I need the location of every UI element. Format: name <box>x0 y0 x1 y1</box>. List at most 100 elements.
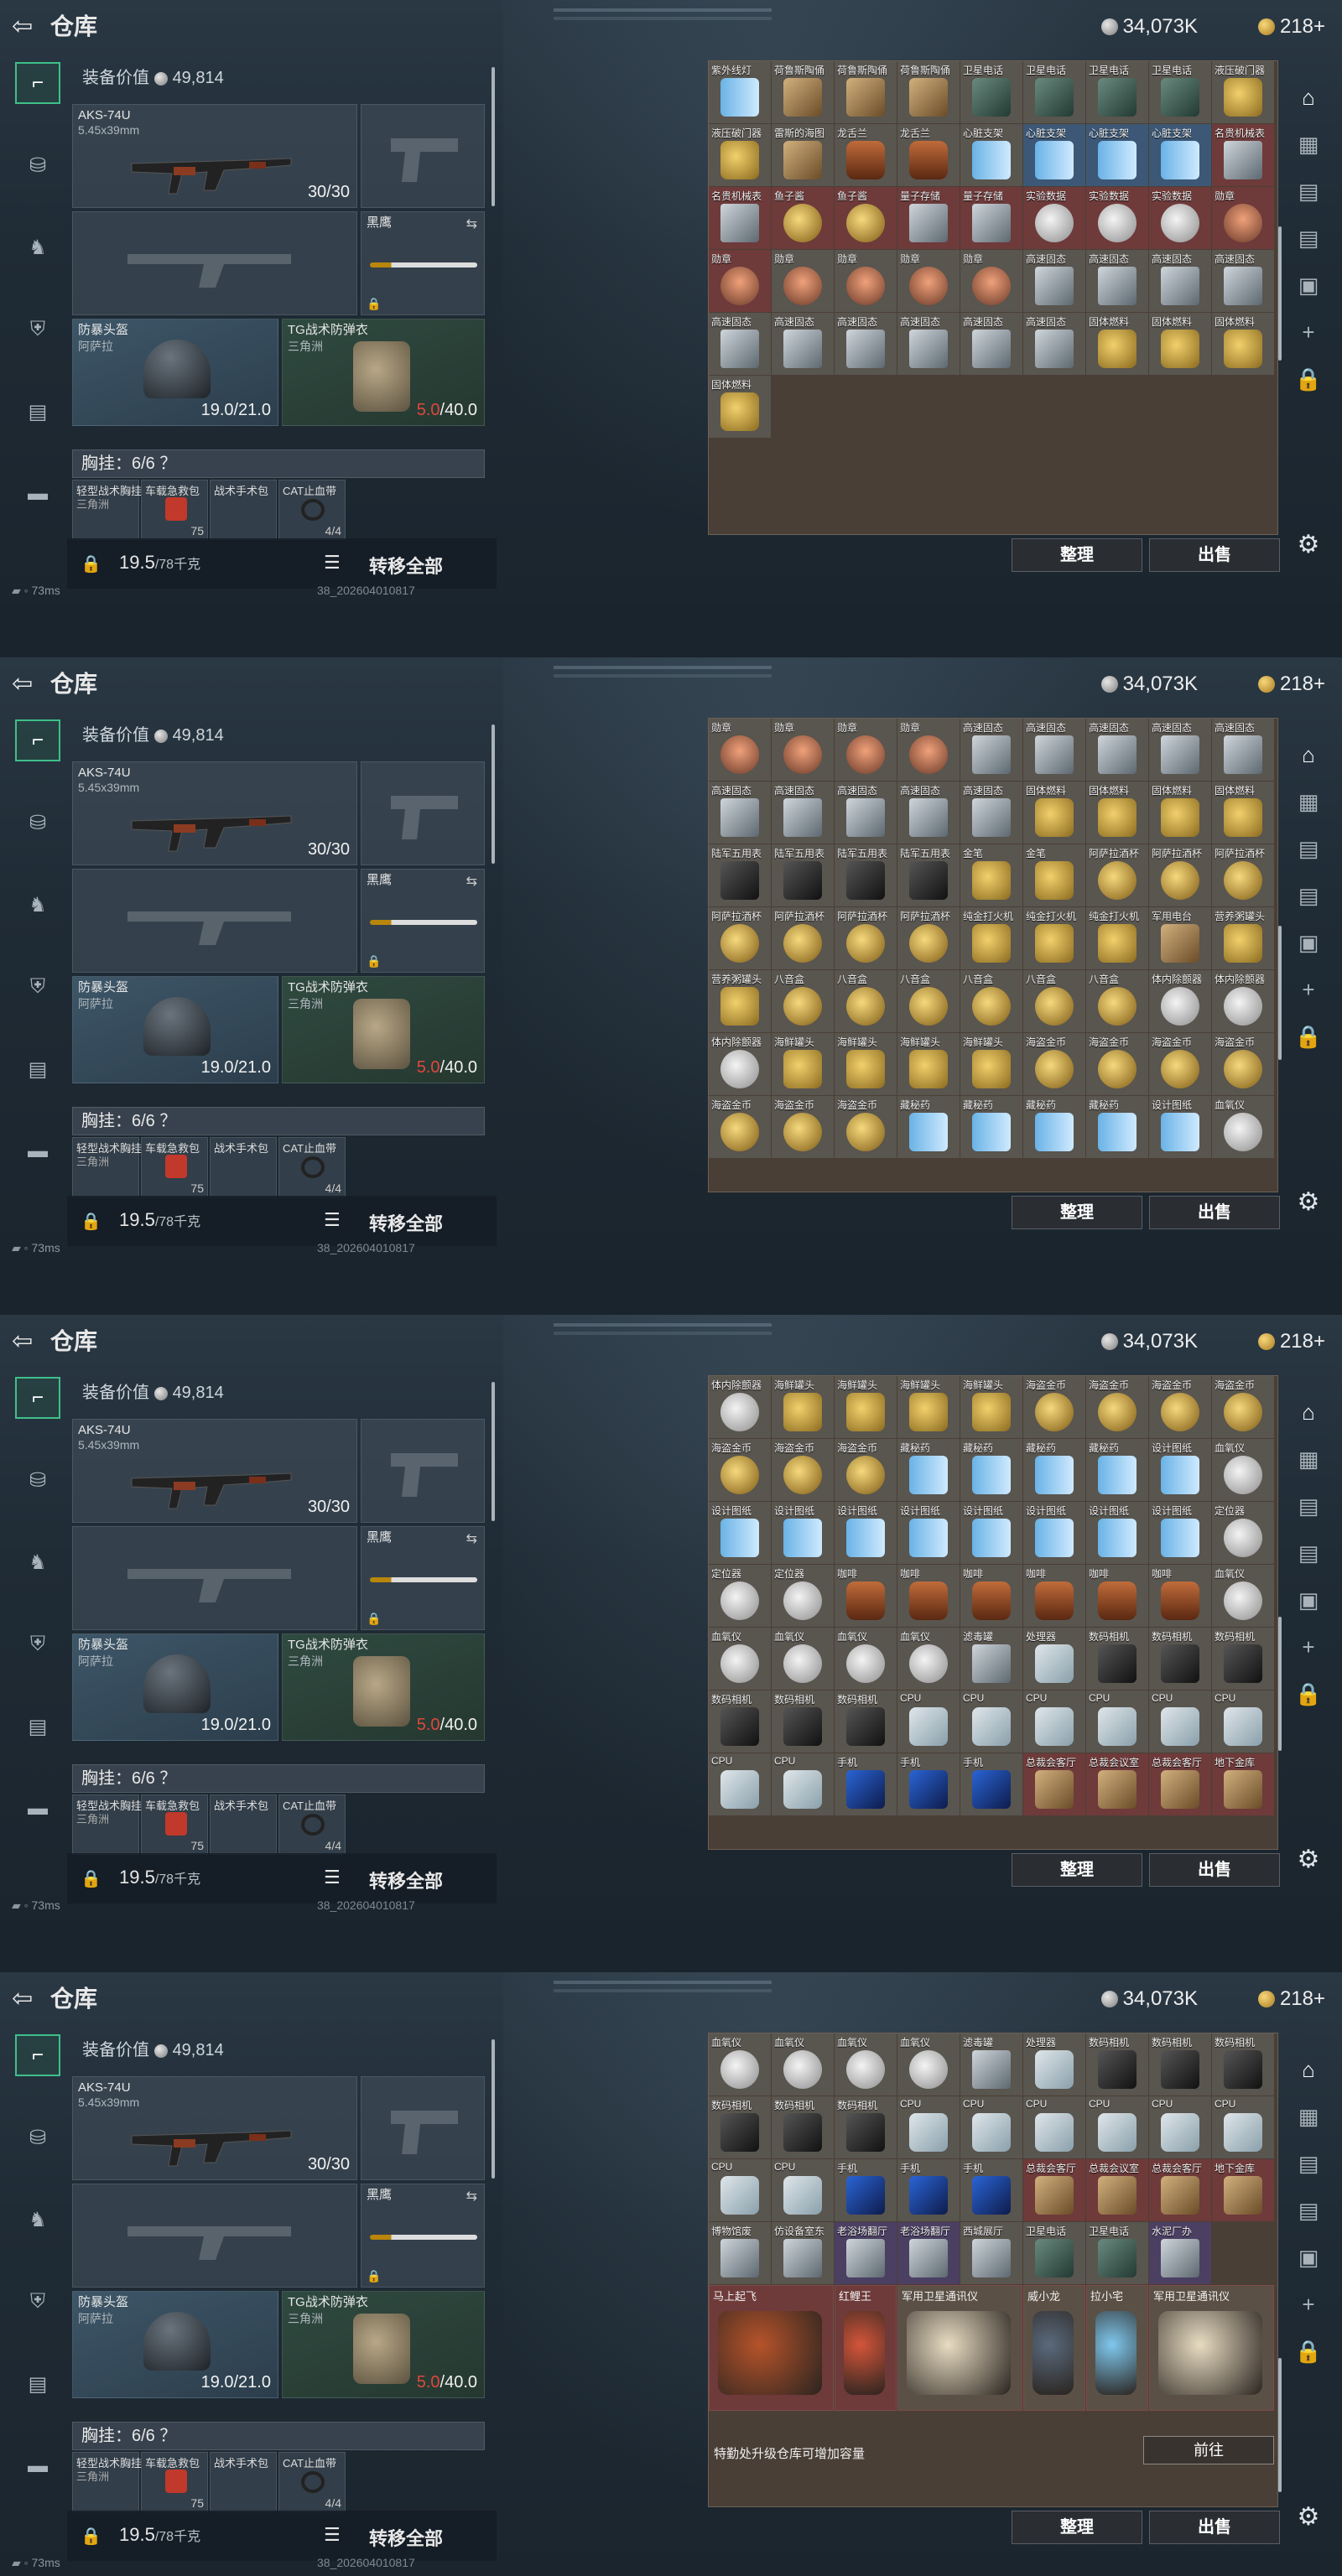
item-cell[interactable]: 勋章 <box>897 719 960 781</box>
gear-icon[interactable]: ⚙ <box>1292 2501 1325 2534</box>
swap-icon[interactable]: ⇆ <box>466 216 477 232</box>
item-cell[interactable]: 陆军五用表 <box>897 844 960 906</box>
item-cell[interactable]: 实验数据 <box>1086 187 1148 249</box>
large-item-cell[interactable]: 马上起飞 <box>709 2285 834 2411</box>
item-cell[interactable]: 高速固态 <box>960 313 1022 375</box>
primary-weapon-slot[interactable]: AKS-74U 5.45x39mm 30/30 <box>72 104 357 208</box>
item-cell[interactable]: 血氧仪 <box>835 2033 897 2096</box>
pouch-slot[interactable]: 轻型战术胸挂 三角洲 <box>72 2452 142 2512</box>
helmet-slot[interactable]: 防暴头盔 阿萨拉 19.0/21.0 <box>72 319 278 426</box>
equip-scrollbar[interactable] <box>492 1382 495 1521</box>
primary-weapon-slot[interactable]: AKS-74U 5.45x39mm 30/30 <box>72 761 357 865</box>
item-cell[interactable]: 勋章 <box>835 719 897 781</box>
item-cell[interactable]: 高速固态 <box>1023 250 1085 312</box>
item-cell[interactable]: 博物馆废 <box>709 2222 771 2284</box>
item-cell[interactable]: 固体燃料 <box>1149 313 1211 375</box>
item-cell[interactable]: 海鲜罐头 <box>772 1376 834 1438</box>
lock-icon[interactable]: 🔒 <box>81 1211 101 1232</box>
pouch-slot[interactable]: 战术手术包 <box>210 1794 277 1855</box>
lock-bag-icon[interactable]: ⛨ <box>15 1623 60 1665</box>
plus-folder-icon[interactable]: ▣ <box>1292 268 1325 302</box>
item-cell[interactable]: 阿萨拉酒杯 <box>1212 844 1274 906</box>
item-cell[interactable]: CPU <box>960 2096 1022 2158</box>
item-cell[interactable]: 藏秘药 <box>960 1439 1022 1501</box>
item-cell[interactable]: 高速固态 <box>772 313 834 375</box>
lock-icon[interactable]: 🔒 <box>1292 1020 1325 1053</box>
item-cell[interactable]: 勋章 <box>709 719 771 781</box>
item-cell[interactable]: 卫星电话 <box>1023 2222 1085 2284</box>
primary-weapon-slot[interactable]: AKS-74U 5.45x39mm 30/30 <box>72 1419 357 1523</box>
item-cell[interactable]: 设计图纸 <box>835 1502 897 1564</box>
item-cell[interactable]: 陆军五用表 <box>709 844 771 906</box>
item-cell[interactable]: 藏秘药 <box>960 1096 1022 1158</box>
item-cell[interactable]: CPU <box>1149 2096 1211 2158</box>
item-cell[interactable]: 设计图纸 <box>1149 1439 1211 1501</box>
sell-button[interactable]: 出售 <box>1149 1853 1280 1887</box>
item-cell[interactable]: 海盗金币 <box>1149 1033 1211 1095</box>
item-cell[interactable]: 滤毒罐 <box>960 2033 1022 2096</box>
item-cell[interactable]: 卫星电话 <box>1086 61 1148 123</box>
item-cell[interactable]: 血氧仪 <box>709 2033 771 2096</box>
large-item-cell[interactable]: 红鲤王 <box>835 2285 897 2411</box>
equip-scrollbar[interactable] <box>492 2039 495 2179</box>
item-cell[interactable]: 数码相机 <box>1149 1628 1211 1690</box>
item-cell[interactable]: CPU <box>709 2159 771 2221</box>
item-cell[interactable]: 海盗金币 <box>709 1096 771 1158</box>
long-weapon-slot[interactable] <box>72 869 357 973</box>
currency-gold[interactable]: 218+ <box>1257 1986 1325 2012</box>
item-cell[interactable]: 体内除颤器 <box>1212 970 1274 1032</box>
large-item-cell[interactable]: 军用卫星通讯仪 <box>897 2285 1022 2411</box>
item-cell[interactable]: 鱼子酱 <box>835 187 897 249</box>
item-cell[interactable]: 实验数据 <box>1023 187 1085 249</box>
item-cell[interactable]: 阿萨拉酒杯 <box>1149 844 1211 906</box>
item-cell[interactable]: 海鲜罐头 <box>960 1376 1022 1438</box>
plus-icon[interactable]: + <box>1292 2288 1325 2321</box>
item-cell[interactable]: CPU <box>897 1690 960 1753</box>
item-cell[interactable]: 固体燃料 <box>709 376 771 438</box>
plus-icon[interactable]: + <box>1292 1630 1325 1664</box>
equip-scrollbar[interactable] <box>492 724 495 864</box>
item-cell[interactable]: 总裁会客厅 <box>1023 2159 1085 2221</box>
plus-folder-icon[interactable]: ▣ <box>1292 2241 1325 2274</box>
pouch-slot[interactable]: 车载急救包 75 <box>141 1137 208 1197</box>
item-cell[interactable]: 阿萨拉酒杯 <box>709 907 771 969</box>
item-cell[interactable]: 血氧仪 <box>1212 1439 1274 1501</box>
large-item-cell[interactable]: 拉小宅 <box>1086 2285 1148 2411</box>
item-cell[interactable]: 总裁会客厅 <box>1149 2159 1211 2221</box>
item-cell[interactable]: 手机 <box>835 2159 897 2221</box>
item-cell[interactable]: 金笔 <box>960 844 1022 906</box>
gear-icon[interactable]: ⚙ <box>1292 1843 1325 1877</box>
plus-icon[interactable]: + <box>1292 315 1325 349</box>
lock-icon[interactable]: 🔒 <box>81 1868 101 1889</box>
item-cell[interactable]: 手机 <box>897 1753 960 1815</box>
item-cell[interactable]: 数码相机 <box>1086 1628 1148 1690</box>
pouch-slot[interactable]: 轻型战术胸挂 三角洲 <box>72 1794 142 1855</box>
list-icon[interactable]: ☰ <box>324 1209 341 1231</box>
item-cell[interactable]: 总裁会议室 <box>1086 1753 1148 1815</box>
item-cell[interactable]: 实验数据 <box>1149 187 1211 249</box>
helmet-icon[interactable]: ♞ <box>15 1541 60 1583</box>
item-cell[interactable]: 高速固态 <box>1212 719 1274 781</box>
pouch-slot[interactable]: CAT止血带 4/4 <box>278 2452 346 2512</box>
pouch-slot[interactable]: 车载急救包 75 <box>141 1794 208 1855</box>
item-cell[interactable]: 纯金打火机 <box>1086 907 1148 969</box>
item-cell[interactable]: 海盗金币 <box>709 1439 771 1501</box>
item-cell[interactable]: 荷鲁斯陶俑 <box>835 61 897 123</box>
melee-slot[interactable]: 黑鹰 ⇆ 🔒 <box>361 869 485 973</box>
folder-icon[interactable]: ▤ <box>1292 832 1325 865</box>
item-cell[interactable]: 老浴场翻厅 <box>897 2222 960 2284</box>
swap-icon[interactable]: ⇆ <box>466 873 477 890</box>
item-cell[interactable]: 地下金库 <box>1212 2159 1274 2221</box>
item-cell[interactable]: 地下金库 <box>1212 1753 1274 1815</box>
lock-icon[interactable]: 🔒 <box>1292 362 1325 396</box>
item-cell[interactable]: 海盗金币 <box>1149 1376 1211 1438</box>
item-cell[interactable]: 海鲜罐头 <box>772 1033 834 1095</box>
item-cell[interactable]: 定位器 <box>709 1565 771 1627</box>
item-cell[interactable]: 总裁会议室 <box>1086 2159 1148 2221</box>
warehouse-scrollbar[interactable] <box>1278 2358 1282 2492</box>
item-cell[interactable]: 海鲜罐头 <box>835 1376 897 1438</box>
item-cell[interactable]: 海盗金币 <box>772 1439 834 1501</box>
long-weapon-slot[interactable] <box>72 1526 357 1630</box>
item-cell[interactable]: 荷鲁斯陶俑 <box>772 61 834 123</box>
item-cell[interactable]: 手机 <box>835 1753 897 1815</box>
